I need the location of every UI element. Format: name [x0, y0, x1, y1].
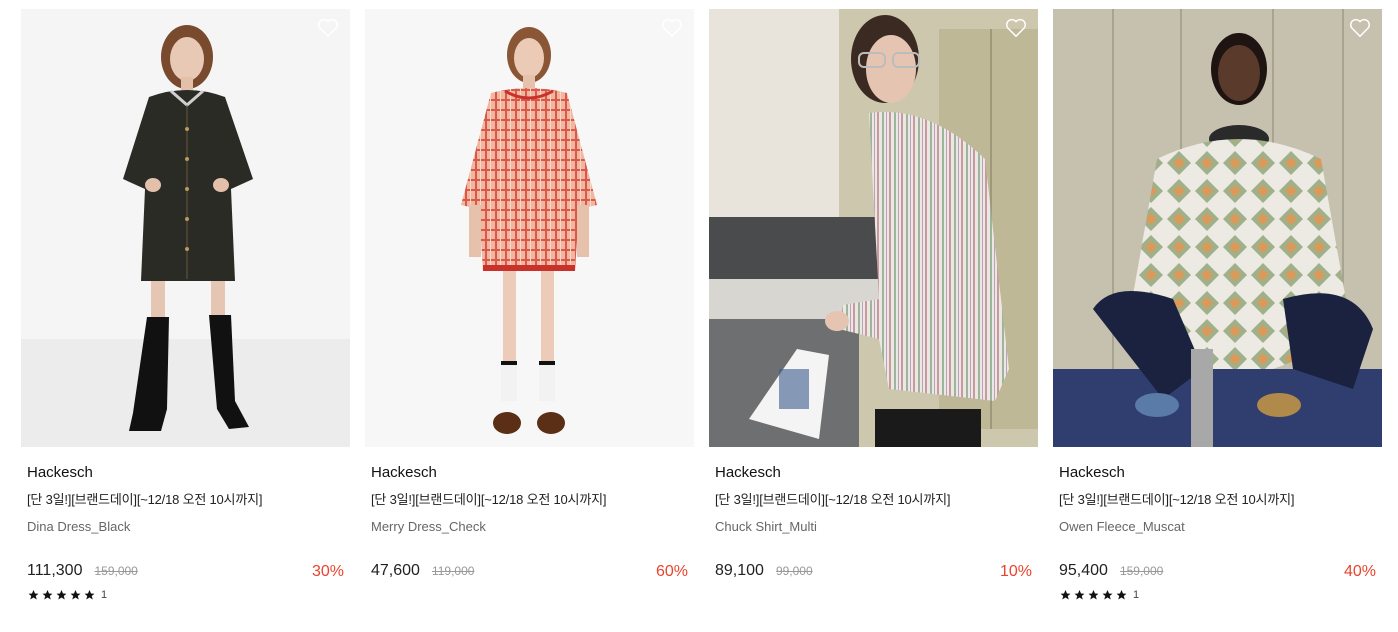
review-count: 1 [101, 589, 108, 601]
review-count: 1 [1133, 589, 1140, 601]
original-price: 159,000 [94, 564, 138, 578]
star-rating [27, 589, 96, 601]
rating: 1 [27, 588, 344, 602]
rating: 1 [1059, 588, 1376, 602]
heart-icon[interactable] [661, 18, 683, 38]
star-icon [1116, 590, 1127, 600]
product-card[interactable]: Hackesch [단 3일!][브랜드데이][~12/18 오전 10시까지]… [365, 9, 694, 602]
sale-price: 95,400 [1059, 562, 1108, 579]
product-image[interactable] [365, 9, 694, 447]
price-row: 95,400 159,000 40% [1059, 562, 1376, 582]
brand-name[interactable]: Hackesch [371, 464, 688, 482]
product-name[interactable]: Owen Fleece_Muscat [1059, 519, 1376, 535]
heart-icon[interactable] [1349, 18, 1371, 38]
star-icon [1088, 590, 1099, 600]
brand-name[interactable]: Hackesch [27, 464, 344, 482]
heart-icon[interactable] [317, 18, 339, 38]
original-price: 159,000 [1119, 564, 1164, 578]
star-icon [56, 590, 67, 600]
price-row: 47,600 119,000 60% [371, 562, 688, 582]
star-rating [1059, 589, 1128, 601]
product-card[interactable]: Hackesch [단 3일!][브랜드데이][~12/18 오전 10시까지]… [1053, 9, 1382, 602]
promo-text[interactable]: [단 3일!][브랜드데이][~12/18 오전 10시까지] [715, 492, 1032, 508]
product-name[interactable]: Merry Dress_Check [371, 519, 688, 535]
product-card[interactable]: Hackesch [단 3일!][브랜드데이][~12/18 오전 10시까지]… [21, 9, 350, 602]
star-icon [1074, 590, 1085, 600]
promo-text[interactable]: [단 3일!][브랜드데이][~12/18 오전 10시까지] [371, 492, 688, 508]
product-image[interactable] [709, 9, 1038, 447]
brand-name[interactable]: Hackesch [1059, 464, 1376, 482]
star-icon [70, 590, 81, 600]
star-icon [1102, 590, 1113, 600]
sale-price: 111,300 [27, 562, 83, 579]
star-icon [28, 590, 39, 600]
product-image[interactable] [21, 9, 350, 447]
sale-price: 89,100 [715, 562, 764, 579]
discount-rate: 10% [999, 563, 1032, 580]
original-price: 99,000 [775, 564, 813, 578]
product-name[interactable]: Dina Dress_Black [27, 519, 344, 535]
product-card[interactable]: Hackesch [단 3일!][브랜드데이][~12/18 오전 10시까지]… [709, 9, 1038, 602]
star-icon [1060, 590, 1071, 600]
star-icon [42, 590, 53, 600]
brand-name[interactable]: Hackesch [715, 464, 1032, 482]
product-grid: Hackesch [단 3일!][브랜드데이][~12/18 오전 10시까지]… [21, 9, 1382, 602]
promo-text[interactable]: [단 3일!][브랜드데이][~12/18 오전 10시까지] [1059, 492, 1376, 508]
product-name[interactable]: Chuck Shirt_Multi [715, 519, 1032, 535]
promo-text[interactable]: [단 3일!][브랜드데이][~12/18 오전 10시까지] [27, 492, 344, 508]
price-row: 89,100 99,000 10% [715, 562, 1032, 582]
sale-price: 47,600 [371, 562, 420, 579]
star-icon [84, 590, 95, 600]
discount-rate: 60% [655, 563, 688, 580]
product-image[interactable] [1053, 9, 1382, 447]
price-row: 111,300 159,000 30% [27, 562, 344, 582]
heart-icon[interactable] [1005, 18, 1027, 38]
discount-rate: 30% [311, 563, 344, 580]
discount-rate: 40% [1343, 563, 1376, 580]
original-price: 119,000 [431, 564, 475, 578]
